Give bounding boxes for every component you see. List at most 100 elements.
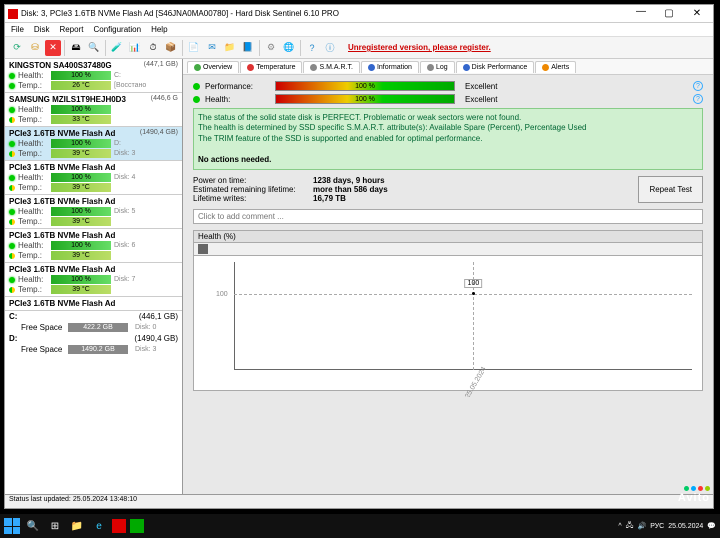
disk-item[interactable]: SAMSUNG MZILS1T9HEJH0D3(446,6 GHealth:10… [5, 93, 182, 127]
status-led-icon [9, 219, 15, 225]
refresh-icon[interactable]: ⟳ [9, 40, 25, 56]
tool-icon[interactable]: ⏱ [145, 40, 161, 56]
status-led-icon [9, 141, 15, 147]
save-icon[interactable] [198, 244, 208, 254]
app-icon[interactable] [112, 519, 126, 533]
volume-item[interactable]: D:(1490,4 GB) [5, 333, 182, 344]
status-led-icon [9, 253, 15, 259]
performance-label: Performance: [205, 82, 275, 91]
disk-item[interactable]: PCIe3 1.6TB NVMe Flash AdHealth:100 %Dis… [5, 161, 182, 195]
app-window: Disk: 3, PCIe3 1.6TB NVMe Flash Ad [S46J… [4, 4, 714, 509]
status-led-icon [9, 277, 15, 283]
status-led-icon [9, 243, 15, 249]
task-view-icon[interactable]: ⊞ [46, 517, 64, 535]
status-led-icon [9, 209, 15, 215]
disks-icon[interactable]: ⛁ [27, 40, 43, 56]
unregistered-link[interactable]: Unregistered version, please register. [348, 43, 491, 52]
tab-temperature[interactable]: Temperature [240, 61, 302, 73]
tool-icon[interactable]: 🔍 [86, 40, 102, 56]
maximize-button[interactable]: ▢ [659, 8, 679, 19]
disk-item[interactable]: PCIe3 1.6TB NVMe Flash Ad [5, 297, 182, 311]
health-status: Excellent [465, 95, 497, 104]
tab-disk-performance[interactable]: Disk Performance [456, 61, 535, 73]
tray-icon[interactable]: ^ [618, 523, 621, 530]
status-led-icon [9, 287, 15, 293]
titlebar[interactable]: Disk: 3, PCIe3 1.6TB NVMe Flash Ad [S46J… [5, 5, 713, 23]
menubar: File Disk Report Configuration Help [5, 23, 713, 37]
status-led-icon [9, 175, 15, 181]
tool-icon[interactable]: 📦 [163, 40, 179, 56]
performance-status: Excellent [465, 82, 497, 91]
toolbar: ⟳ ⛁ ✕ 🖴 🔍 🧪 📊 ⏱ 📦 📄 ✉ 📁 📘 ⚙ 🌐 ? ⓘ Unregi… [5, 37, 713, 59]
menu-file[interactable]: File [11, 25, 24, 34]
volume-item[interactable]: C:(446,1 GB) [5, 311, 182, 322]
tabs: Overview Temperature S.M.A.R.T. Informat… [183, 59, 713, 75]
tab-log[interactable]: Log [420, 61, 455, 73]
disk-item[interactable]: PCIe3 1.6TB NVMe Flash AdHealth:100 %Dis… [5, 229, 182, 263]
tool-icon[interactable]: 🧪 [109, 40, 125, 56]
menu-report[interactable]: Report [59, 25, 83, 34]
exit-icon[interactable]: ✕ [45, 40, 61, 56]
help-icon[interactable]: ? [693, 94, 703, 104]
report-icon[interactable]: 📄 [186, 40, 202, 56]
status-led-icon [9, 151, 15, 157]
watermark: Avito [678, 486, 710, 504]
clock-date[interactable]: 25.05.2024 [668, 523, 703, 530]
status-led-icon [9, 83, 15, 89]
menu-configuration[interactable]: Configuration [93, 25, 141, 34]
tool-icon[interactable]: 📊 [127, 40, 143, 56]
status-led-icon [193, 96, 200, 103]
help-icon[interactable]: ? [693, 81, 703, 91]
status-led-icon [193, 83, 200, 90]
ie-icon[interactable]: e [90, 517, 108, 535]
health-label: Health: [205, 95, 275, 104]
menu-help[interactable]: Help [151, 25, 167, 34]
main-panel: Overview Temperature S.M.A.R.T. Informat… [183, 59, 713, 494]
stats: Power on time: Estimated remaining lifet… [193, 176, 703, 203]
comment-input[interactable] [193, 209, 703, 224]
disk-item[interactable]: KINGSTON SA400S37480G(447,1 GB)Health:10… [5, 59, 182, 93]
tab-alerts[interactable]: Alerts [535, 61, 576, 73]
search-icon[interactable]: 🔍 [24, 517, 42, 535]
system-tray[interactable]: ^ 🖧 🔊 РУС 25.05.2024 💬 [618, 521, 716, 532]
start-button[interactable] [4, 518, 20, 534]
explorer-icon[interactable]: 📁 [68, 517, 86, 535]
tab-information[interactable]: Information [361, 61, 419, 73]
status-box: The status of the solid state disk is PE… [193, 108, 703, 170]
close-button[interactable]: ✕ [687, 8, 707, 19]
lang-indicator[interactable]: РУС [650, 523, 664, 530]
tool-icon[interactable]: 🖴 [68, 40, 84, 56]
disk-item[interactable]: PCIe3 1.6TB NVMe Flash AdHealth:100 %Dis… [5, 195, 182, 229]
network-icon[interactable]: 🖧 [626, 521, 634, 532]
mail-icon[interactable]: ✉ [204, 40, 220, 56]
statusbar: Status last updated: 25.05.2024 13:48:10 [5, 494, 713, 508]
repeat-test-button[interactable]: Repeat Test [638, 176, 703, 203]
disk-item[interactable]: PCIe3 1.6TB NVMe Flash Ad(1490,4 GB)Heal… [5, 127, 182, 161]
tab-overview[interactable]: Overview [187, 61, 239, 73]
chart-title: Health (%) [193, 230, 703, 243]
document-icon[interactable]: 📘 [240, 40, 256, 56]
app-icon [8, 9, 18, 19]
settings-icon[interactable]: ⚙ [263, 40, 279, 56]
status-led-icon [9, 185, 15, 191]
status-led-icon [9, 107, 15, 113]
web-icon[interactable]: 🌐 [281, 40, 297, 56]
folder-icon[interactable]: 📁 [222, 40, 238, 56]
notification-icon[interactable]: 💬 [707, 522, 716, 530]
menu-disk[interactable]: Disk [34, 25, 50, 34]
volume-free: Free Space1490.2 GBDisk: 3 [5, 344, 182, 355]
health-chart: 100 100 25.05.2024 [193, 255, 703, 391]
taskbar[interactable]: 🔍 ⊞ 📁 e ^ 🖧 🔊 РУС 25.05.2024 💬 [0, 514, 720, 538]
disk-item[interactable]: PCIe3 1.6TB NVMe Flash AdHealth:100 %Dis… [5, 263, 182, 297]
minimize-button[interactable]: — [631, 8, 651, 19]
info-icon[interactable]: ⓘ [322, 40, 338, 56]
chart-toolbar [193, 243, 703, 255]
help-icon[interactable]: ? [304, 40, 320, 56]
status-led-icon [9, 117, 15, 123]
tab-smart[interactable]: S.M.A.R.T. [303, 61, 359, 73]
health-kpi: Health: 100 % Excellent ? [193, 94, 703, 104]
sound-icon[interactable]: 🔊 [637, 522, 646, 530]
health-bar: 100 % [275, 94, 455, 104]
performance-bar: 100 % [275, 81, 455, 91]
app-icon[interactable] [130, 519, 144, 533]
